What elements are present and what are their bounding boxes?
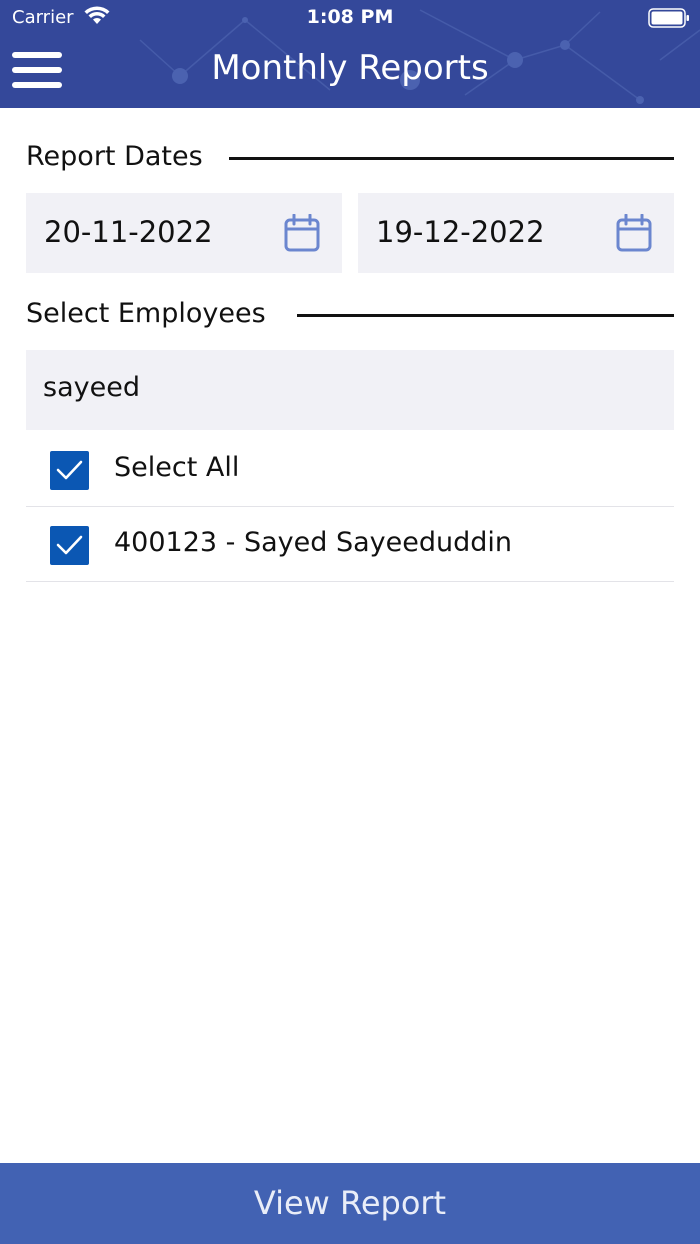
calendar-icon[interactable] [284, 214, 320, 252]
calendar-icon[interactable] [616, 214, 652, 252]
select-employees-divider [297, 314, 674, 317]
select-all-row[interactable]: Select All [26, 432, 674, 507]
status-time: 1:08 PM [306, 6, 394, 28]
report-dates-divider [229, 157, 674, 160]
to-date-value: 19-12-2022 [376, 215, 545, 249]
to-date-field[interactable]: 19-12-2022 [358, 193, 674, 273]
employee-list-item[interactable]: 400123 - Sayed Sayeeduddin [26, 507, 674, 582]
employee-label: 400123 - Sayed Sayeeduddin [114, 527, 512, 558]
from-date-field[interactable]: 20-11-2022 [26, 193, 342, 273]
employee-search-input[interactable]: sayeed [26, 350, 674, 430]
employee-checkbox[interactable] [50, 526, 89, 565]
page-title: Monthly Reports [211, 48, 489, 88]
app-header: Carrier 1:08 PM Monthly Reports [0, 0, 700, 108]
report-dates-title: Report Dates [26, 141, 203, 172]
select-employees-title: Select Employees [26, 298, 266, 329]
battery-icon [648, 8, 689, 28]
checkmark-icon [56, 460, 83, 480]
employee-search-value: sayeed [43, 372, 140, 403]
checkmark-icon [56, 535, 83, 555]
view-report-button[interactable]: View Report [0, 1163, 700, 1244]
from-date-value: 20-11-2022 [44, 215, 213, 249]
select-all-checkbox[interactable] [50, 451, 89, 490]
status-bar: Carrier 1:08 PM [0, 0, 700, 36]
select-all-label: Select All [114, 452, 240, 483]
